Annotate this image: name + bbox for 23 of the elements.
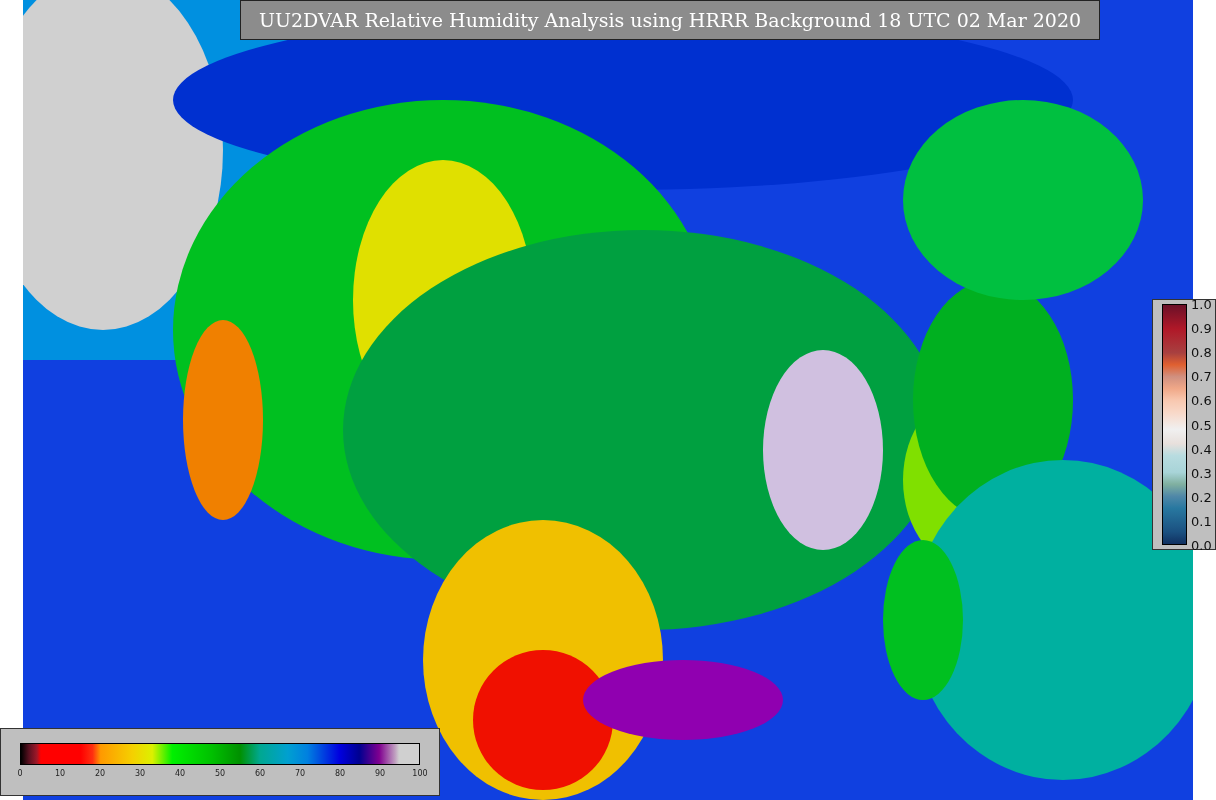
- scale-tick-label: 90: [374, 769, 386, 778]
- scale-tick-label: 60: [254, 769, 266, 778]
- scale-tick-label: 0.2: [1191, 489, 1212, 505]
- scale-tick-label: 0.3: [1191, 465, 1212, 481]
- scale-tick-label: 0.6: [1191, 392, 1212, 408]
- scale-tick-label: 1.0: [1191, 296, 1212, 312]
- scale-tick-label: 100: [412, 769, 428, 778]
- scale-tick-label: 40: [174, 769, 186, 778]
- map-title: UU2DVAR Relative Humidity Analysis using HRRR Background 18 UTC 02 Mar 2020: [240, 0, 1100, 40]
- scale-tick-label: 0: [17, 769, 23, 778]
- scale-tick-label: 80: [334, 769, 346, 778]
- scale-tick-label: 30: [134, 769, 146, 778]
- scale-tick-label: 70: [294, 769, 306, 778]
- scale-tick-label: 10: [54, 769, 66, 778]
- scale-tick-label: 0.7: [1191, 368, 1212, 384]
- scale-tick-label: 0.5: [1191, 417, 1212, 432]
- scale-tick-label: 0.8: [1191, 344, 1212, 360]
- scale-tick-label: 20: [94, 769, 106, 778]
- scale-tick-label: 50: [214, 769, 226, 778]
- scale-tick-label: 0.1: [1191, 513, 1212, 529]
- scale-tick-label: 0.4: [1191, 441, 1212, 457]
- scale-tick-label: 0.0: [1191, 537, 1212, 553]
- scale-tick-label: 0.9: [1191, 320, 1212, 336]
